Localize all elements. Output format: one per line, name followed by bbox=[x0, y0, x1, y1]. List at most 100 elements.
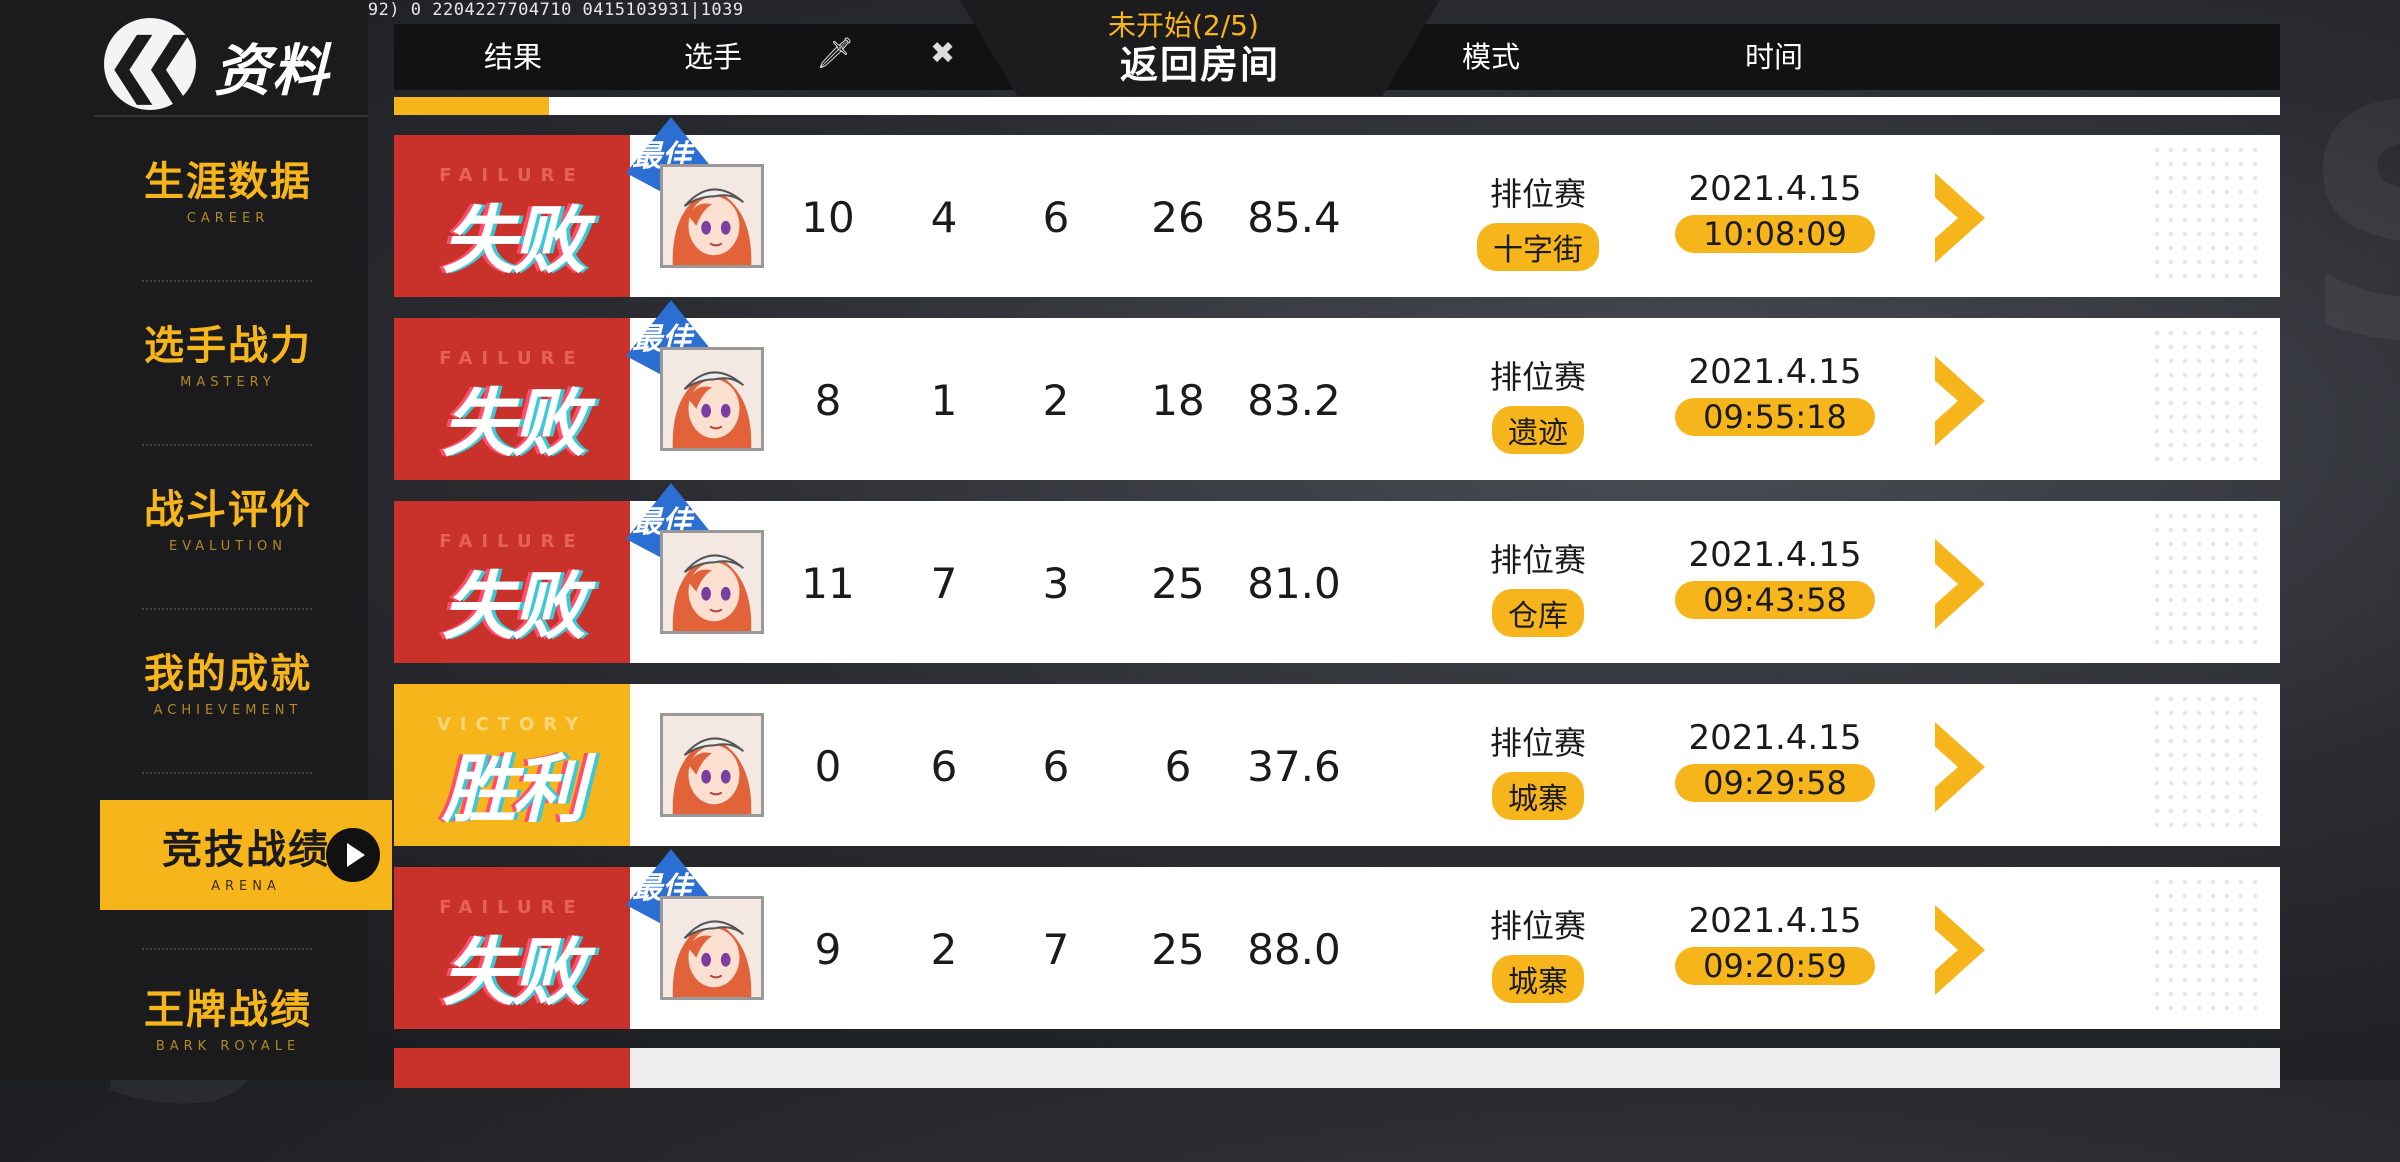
kills-value: 11 bbox=[801, 559, 855, 608]
divider bbox=[142, 280, 312, 282]
progress-strip bbox=[394, 97, 2280, 115]
time-cell: 2021.4.15 09:43:58 bbox=[1672, 535, 1878, 619]
sidebar-item-sublabel: EVALUTION bbox=[168, 538, 287, 554]
time-cell: 2021.4.15 09:55:18 bbox=[1672, 352, 1878, 436]
result-badge: VICTORY 胜利 bbox=[394, 684, 630, 846]
chevron-right-icon[interactable] bbox=[1932, 356, 1988, 446]
deaths-value: 1 bbox=[930, 376, 958, 425]
match-time: 09:55:18 bbox=[1675, 398, 1875, 436]
return-room-label[interactable]: 返回房间 bbox=[1120, 34, 1280, 89]
kills-value: 10 bbox=[801, 193, 855, 242]
mode-cell: 排位赛 仓库 bbox=[1438, 535, 1638, 637]
assists-value: 2 bbox=[1042, 376, 1070, 425]
result-badge: FAILURE 失败 bbox=[394, 867, 630, 1029]
match-date: 2021.4.15 bbox=[1688, 718, 1862, 758]
result-label: 失败 bbox=[442, 381, 586, 467]
map-badge: 仓库 bbox=[1492, 589, 1584, 637]
dot-pattern bbox=[2150, 326, 2260, 466]
divider bbox=[142, 772, 312, 774]
deaths-value: 6 bbox=[930, 742, 958, 791]
time-cell: 2021.4.15 09:29:58 bbox=[1672, 718, 1878, 802]
sidebar-item-label: 我的成就 bbox=[144, 650, 312, 697]
kills-value: 9 bbox=[814, 925, 842, 974]
sidebar-item[interactable]: 我的成就 ACHIEVEMENT bbox=[100, 624, 356, 734]
table-row[interactable]: FAILURE 失败 最佳 10 4 6 26 85.4 排位赛 十字街 2021.4.15 10:0… bbox=[394, 117, 2280, 297]
mode-cell: 排位赛 遗迹 bbox=[1438, 352, 1638, 454]
deaths-value: 2 bbox=[930, 925, 958, 974]
dot-pattern bbox=[2150, 692, 2260, 832]
sidebar-item-sublabel: ACHIEVEMENT bbox=[153, 702, 303, 718]
sidebar-item[interactable]: 竞技战绩 ARENA bbox=[100, 800, 392, 910]
dot-pattern bbox=[2150, 143, 2260, 283]
play-icon bbox=[326, 828, 380, 882]
sidebar-item-sublabel: CAREER bbox=[186, 210, 270, 226]
sidebar-item[interactable]: 选手战力 MASTERY bbox=[100, 296, 356, 406]
rating-value: 37.6 bbox=[1247, 742, 1341, 791]
assists-value: 3 bbox=[1042, 559, 1070, 608]
rating-value: 81.0 bbox=[1247, 559, 1341, 608]
rating-value: 88.0 bbox=[1247, 925, 1341, 974]
match-date: 2021.4.15 bbox=[1688, 352, 1862, 392]
sidebar-item[interactable]: 战斗评价 EVALUTION bbox=[100, 460, 356, 570]
kills-value: 8 bbox=[814, 376, 842, 425]
result-label: 失败 bbox=[442, 564, 586, 650]
mode-cell: 排位赛 城寨 bbox=[1438, 718, 1638, 820]
avatar bbox=[660, 164, 764, 268]
sidebar-item-sublabel: ARENA bbox=[211, 878, 281, 894]
table-row-partial[interactable] bbox=[394, 1048, 2280, 1088]
time-cell: 2021.4.15 10:08:09 bbox=[1672, 169, 1878, 253]
score-value: 25 bbox=[1151, 925, 1205, 974]
sidebar-item-label: 王牌战绩 bbox=[144, 986, 312, 1033]
mode-label: 排位赛 bbox=[1489, 907, 1586, 945]
back-button[interactable]: ❮❮ bbox=[104, 18, 200, 110]
skull-icon: ✖ bbox=[930, 36, 956, 71]
sidebar-item-label: 竞技战绩 bbox=[162, 826, 330, 873]
result-label: 失败 bbox=[442, 930, 586, 1016]
score-value: 6 bbox=[1164, 742, 1192, 791]
assists-value: 6 bbox=[1042, 742, 1070, 791]
sidebar-item-label: 生涯数据 bbox=[144, 158, 312, 205]
dot-pattern bbox=[2150, 509, 2260, 649]
map-badge: 遗迹 bbox=[1492, 406, 1584, 454]
time-cell: 2021.4.15 09:20:59 bbox=[1672, 901, 1878, 985]
column-header-time: 时间 bbox=[1745, 40, 1804, 74]
map-badge: 十字街 bbox=[1477, 223, 1599, 271]
avatar bbox=[660, 347, 764, 451]
sidebar-item[interactable]: 生涯数据 CAREER bbox=[100, 132, 356, 242]
chevron-right-icon[interactable] bbox=[1932, 539, 1988, 629]
map-badge: 城寨 bbox=[1492, 955, 1584, 1003]
result-label: 胜利 bbox=[442, 747, 586, 833]
rating-value: 85.4 bbox=[1247, 193, 1341, 242]
sword-icon: 🗡 bbox=[816, 36, 855, 71]
mode-cell: 排位赛 城寨 bbox=[1438, 901, 1638, 1003]
match-time: 09:43:58 bbox=[1675, 581, 1875, 619]
column-header-mode: 模式 bbox=[1462, 40, 1521, 74]
sidebar-item[interactable]: 王牌战绩 BARK ROYALE bbox=[100, 960, 356, 1070]
divider bbox=[94, 115, 368, 117]
column-header-player: 选手 bbox=[684, 40, 743, 74]
rating-value: 83.2 bbox=[1247, 376, 1341, 425]
table-row[interactable]: FAILURE 失败 最佳 8 1 2 18 83.2 排位赛 遗迹 2021.4.15 09:55:… bbox=[394, 300, 2280, 480]
assists-value: 6 bbox=[1042, 193, 1070, 242]
assists-value: 7 bbox=[1042, 925, 1070, 974]
page-title: 资料 bbox=[214, 39, 330, 104]
score-value: 26 bbox=[1151, 193, 1205, 242]
kills-value: 0 bbox=[814, 742, 842, 791]
mode-cell: 排位赛 十字街 bbox=[1438, 169, 1638, 271]
mode-label: 排位赛 bbox=[1489, 724, 1586, 762]
result-badge: FAILURE 失败 bbox=[394, 135, 630, 297]
result-badge bbox=[394, 1048, 630, 1088]
deaths-value: 4 bbox=[930, 193, 958, 242]
chevron-right-icon[interactable] bbox=[1932, 722, 1988, 812]
match-time: 09:20:59 bbox=[1675, 947, 1875, 985]
table-row[interactable]: VICTORY 胜利 0 6 6 6 37.6 排位赛 城寨 2021.4.15 09:29:58 bbox=[394, 684, 2280, 846]
chevron-right-icon[interactable] bbox=[1932, 173, 1988, 263]
table-row[interactable]: FAILURE 失败 最佳 11 7 3 25 81.0 排位赛 仓库 2021.4.15 09:43… bbox=[394, 483, 2280, 663]
sidebar-item-label: 战斗评价 bbox=[144, 486, 312, 533]
avatar bbox=[660, 713, 764, 817]
chevron-right-icon[interactable] bbox=[1932, 905, 1988, 995]
match-time: 10:08:09 bbox=[1675, 215, 1875, 253]
result-label: 失败 bbox=[442, 198, 586, 284]
table-row[interactable]: FAILURE 失败 最佳 9 2 7 25 88.0 排位赛 城寨 2021.4.15 09:20:… bbox=[394, 849, 2280, 1029]
sidebar-item-sublabel: BARK ROYALE bbox=[155, 1038, 301, 1054]
